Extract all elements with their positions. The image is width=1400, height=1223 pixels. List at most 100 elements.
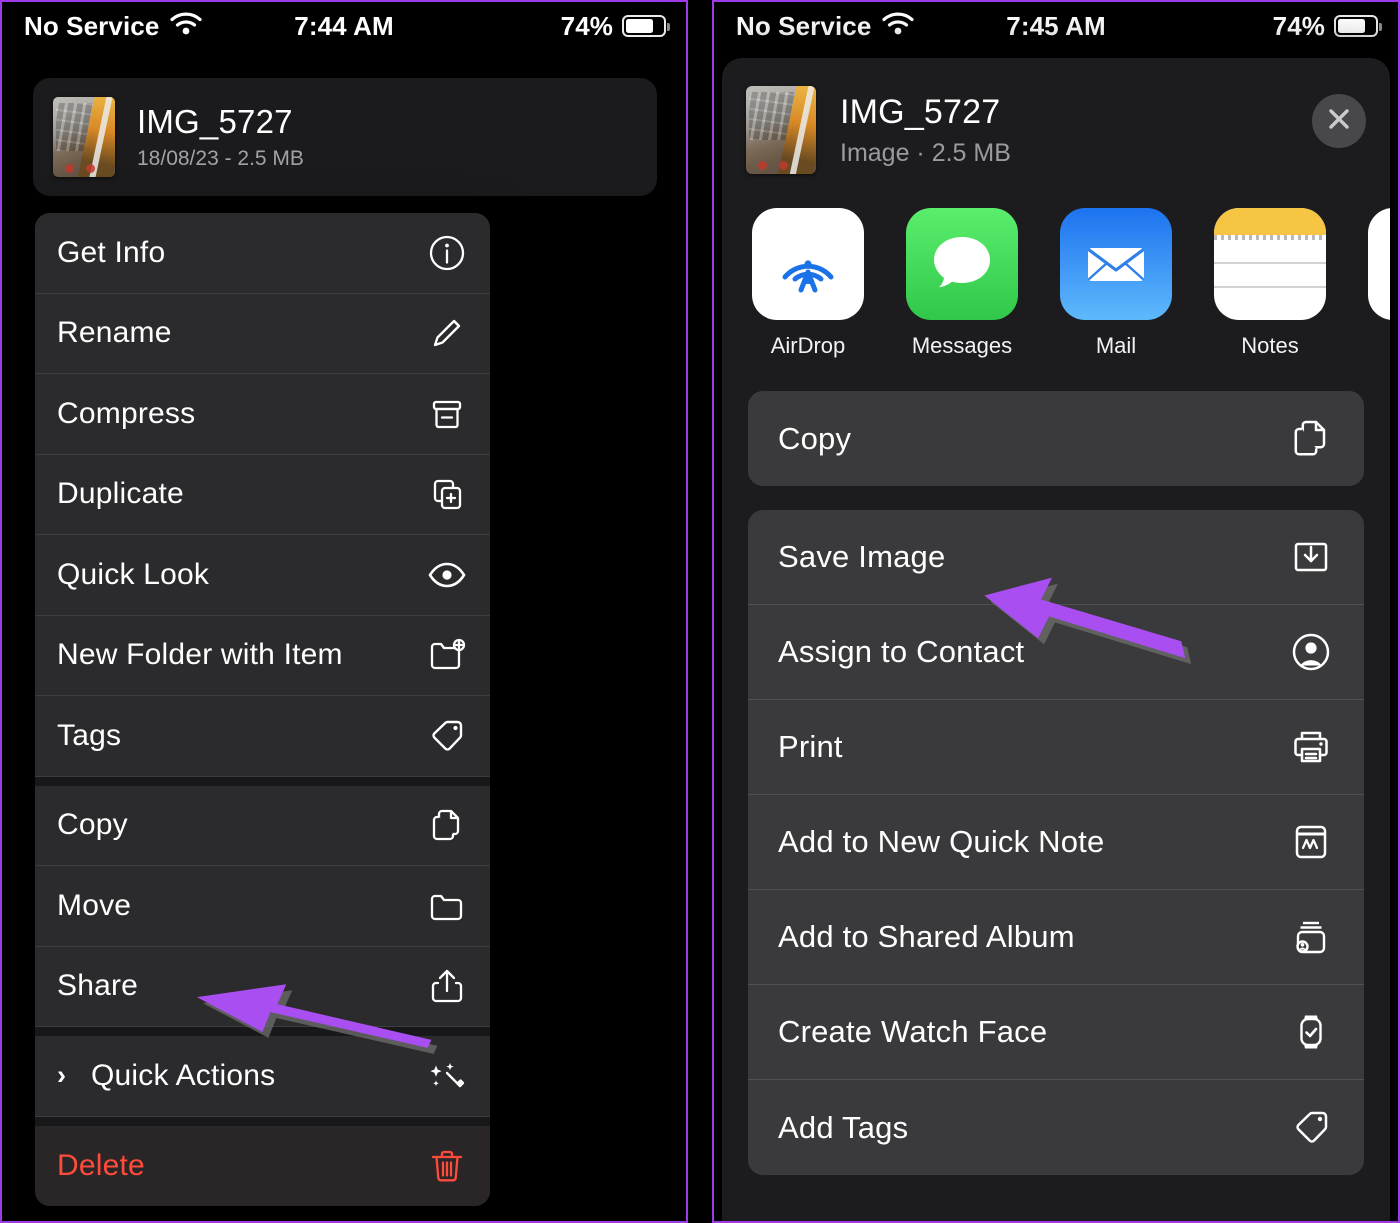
menu-item-label: Get Info [57,235,166,269]
menu-item-label: Rename [57,316,172,350]
messages-icon [906,208,1018,320]
copy-icon [1288,416,1334,462]
share-action-create-watch-face[interactable]: Create Watch Face [748,985,1364,1080]
airdrop-icon [752,208,864,320]
share-action-add-to-shared-album[interactable]: Add to Shared Album [748,890,1364,985]
share-action-label: Copy [778,420,852,456]
share-target-label: Messages [911,333,1013,358]
share-target-mail[interactable]: Mail [1060,208,1172,359]
menu-item-quick-look[interactable]: Quick Look [35,535,490,616]
menu-item-quick-actions[interactable]: › Quick Actions [35,1036,490,1117]
save-download-icon [1288,534,1334,580]
printer-icon [1288,724,1334,770]
share-sheet-header: IMG_5727 Image · 2.5 MB [722,58,1390,200]
share-up-icon [426,965,468,1007]
menu-item-label: Quick Look [57,557,210,591]
notes-icon [1214,208,1326,320]
copy-icon [426,804,468,846]
file-name-label: IMG_5727 [840,92,1001,131]
menu-item-delete[interactable]: Delete [35,1125,490,1206]
mail-icon [1060,208,1172,320]
share-action-label: Add Tags [778,1109,909,1145]
share-action-save-image[interactable]: Save Image [748,510,1364,605]
share-action-group-1: Copy [748,391,1364,486]
menu-item-rename[interactable]: Rename [35,293,490,374]
share-action-add-to-new-quick-note[interactable]: Add to New Quick Note [748,795,1364,890]
folder-icon [426,885,468,927]
context-menu: Get Info Rename Compress Duplicate Quick… [35,213,490,1206]
file-subtitle-label: 18/08/23 - 2.5 MB [137,147,304,170]
panel-gap [688,0,712,1223]
menu-group-separator [35,1027,490,1036]
shared-album-icon [1288,914,1334,960]
eye-icon [426,554,468,596]
menu-item-new-folder-with-item[interactable]: New Folder with Item [35,615,490,696]
folder-plus-icon [426,634,468,676]
menu-item-move[interactable]: Move [35,866,490,947]
archive-box-icon [426,393,468,435]
right-phone-panel: No Service 7:45 AM 74% IMG_5727 Image · … [712,0,1400,1223]
share-target-label: Mail [1095,333,1137,358]
menu-item-label: Copy [57,808,128,842]
tag-icon [426,715,468,757]
file-preview-card[interactable]: IMG_5727 18/08/23 - 2.5 MB [33,78,657,196]
menu-item-label: Move [57,888,132,922]
menu-item-label: Quick Actions [91,1058,276,1092]
image-thumbnail [53,97,115,177]
share-app-row[interactable]: AirDrop Messages Mail Notes [722,200,1390,385]
battery-percent-label: 74% [560,10,613,41]
menu-item-label: New Folder with Item [57,638,343,672]
menu-item-label: Duplicate [57,477,184,511]
menu-item-duplicate[interactable]: Duplicate [35,454,490,535]
menu-item-label: Tags [57,718,122,752]
status-right-group: 74% [1272,10,1382,42]
screenshot-stage: No Service 7:44 AM 74% IMG_5727 18/08/23… [0,0,1400,1223]
share-action-group-gap [722,486,1390,504]
image-thumbnail [746,86,816,174]
file-name-label: IMG_5727 [137,103,293,140]
tag-icon [1288,1105,1334,1151]
right-status-bar: No Service 7:45 AM 74% [714,2,1398,50]
menu-item-tags[interactable]: Tags [35,696,490,777]
share-target-messages[interactable]: Messages [906,208,1018,359]
status-right-group: 74% [560,10,670,42]
share-target-label: Notes [1241,333,1299,358]
reminders-icon [1368,208,1390,320]
left-status-bar: No Service 7:44 AM 74% [2,2,686,50]
menu-item-copy[interactable]: Copy [35,785,490,866]
share-action-label: Print [778,729,843,764]
menu-item-share[interactable]: Share [35,946,490,1027]
trash-icon [426,1145,468,1187]
share-action-label: Create Watch Face [778,1014,1048,1049]
close-button[interactable] [1312,94,1366,148]
battery-icon [1334,15,1382,37]
share-action-group-2: Save Image Assign to Contact Print Add t… [748,510,1364,1175]
share-target-notes[interactable]: Notes [1214,208,1326,359]
battery-percent-label: 74% [1272,10,1325,41]
info-circle-icon [426,232,468,274]
battery-icon [622,15,670,37]
share-action-add-tags[interactable]: Add Tags [748,1080,1364,1175]
file-meta: IMG_5727 Image · 2.5 MB [840,93,1011,168]
quick-note-icon [1288,819,1334,865]
person-circle-icon [1288,629,1334,675]
share-sheet: IMG_5727 Image · 2.5 MB AirDrop Messages… [722,58,1390,1221]
share-target-reminders[interactable]: Rem [1368,208,1390,359]
share-action-copy[interactable]: Copy [748,391,1364,486]
share-action-assign-to-contact[interactable]: Assign to Contact [748,605,1364,700]
share-target-airdrop[interactable]: AirDrop [752,208,864,359]
file-meta: IMG_5727 18/08/23 - 2.5 MB [137,103,304,171]
share-action-label: Add to Shared Album [778,919,1075,954]
left-phone-panel: No Service 7:44 AM 74% IMG_5727 18/08/23… [0,0,688,1223]
file-subtitle-label: Image · 2.5 MB [840,138,1011,167]
share-action-label: Assign to Contact [778,634,1025,669]
close-icon [1325,105,1353,138]
menu-item-get-info[interactable]: Get Info [35,213,490,294]
magic-wand-icon [426,1055,468,1097]
menu-item-compress[interactable]: Compress [35,374,490,455]
share-action-label: Add to New Quick Note [778,824,1105,859]
share-action-print[interactable]: Print [748,700,1364,795]
share-target-label: AirDrop [770,333,846,358]
menu-item-label: Delete [57,1148,145,1182]
menu-item-label: Compress [57,396,196,430]
